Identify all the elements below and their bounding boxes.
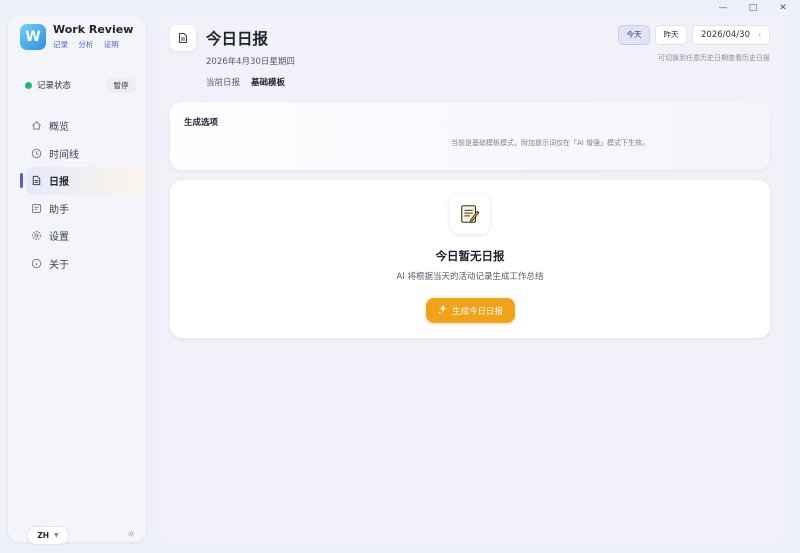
app-name: Work Review (53, 23, 134, 36)
tab-basic-template[interactable]: 基础模板 (251, 76, 285, 88)
chevron-right-icon: › (758, 31, 761, 39)
date-value: 2026/04/30 (701, 30, 750, 40)
sidebar-item-label: 概览 (49, 122, 69, 134)
language-select[interactable]: ZH ▼ (28, 527, 68, 544)
options-title: 生成选项 (184, 118, 219, 128)
generation-options-card: 生成选项 当前是基础模板模式，附加提示词仅在「AI 增强」模式下生效。 (170, 102, 770, 170)
generate-report-label: 生成今日日报 (451, 306, 503, 317)
document-icon (31, 175, 42, 186)
sidebar-item-daily-report[interactable]: 日报 (20, 167, 144, 195)
document-icon (170, 25, 196, 51)
minimize-button[interactable]: — (716, 0, 730, 16)
main-panel: 今日日报 2026年4月30日星期四 当前日报 基础模板 今天 昨天 2026/… (155, 16, 790, 542)
yesterday-button[interactable]: 昨天 (655, 25, 687, 45)
pause-button[interactable]: 暂停 (106, 78, 136, 93)
recording-status: 记录状态 (25, 79, 71, 91)
gear-icon (31, 230, 42, 241)
date-picker[interactable]: 2026/04/30 › (692, 25, 770, 45)
info-icon (31, 258, 42, 269)
options-description: 当前是基础模板模式，附加提示词仅在「AI 增强」模式下生效。 (450, 139, 650, 147)
today-button[interactable]: 今天 (618, 25, 650, 45)
clock-icon (31, 148, 42, 159)
sun-icon[interactable]: ☼ (127, 530, 135, 540)
window-controls: — □ ✕ (680, 0, 800, 16)
home-icon (31, 120, 42, 131)
empty-report-card: 今日暂无日报 AI 将根据当天的活动记录生成工作总结 生成今日日报 (170, 180, 770, 338)
empty-title: 今日暂无日报 (435, 249, 505, 263)
app-logo: W (20, 24, 46, 50)
sidebar-item-label: 设置 (49, 232, 69, 244)
sidebar-nav: 概览 时间线 日报 助手 设置 关于 (20, 112, 146, 278)
language-value: ZH (37, 531, 50, 540)
sidebar-item-about[interactable]: 关于 (26, 250, 146, 278)
sidebar-item-assistant[interactable]: 助手 (26, 195, 146, 223)
empty-description: AI 将根据当天的活动记录生成工作总结 (396, 272, 544, 282)
separator-dot: · (97, 39, 100, 48)
notepad-icon (450, 194, 490, 234)
date-hint: 可切换到任意历史日期查看历史日报 (658, 54, 770, 62)
maximize-button[interactable]: □ (746, 0, 760, 16)
sidebar: W Work Review 记录 · 分析 · 证明 记录状态 暂停 概览 时间… (8, 16, 146, 544)
recording-status-label: 记录状态 (37, 81, 72, 91)
app-subtitle-prove: 证明 (103, 40, 119, 49)
sparkle-icon (438, 304, 448, 317)
app-subtitle-record: 记录 (53, 40, 68, 49)
tab-current-report[interactable]: 当前日报 (206, 76, 240, 88)
app-subtitle-analyze: 分析 (78, 40, 94, 49)
sidebar-item-label: 助手 (49, 204, 69, 216)
generate-report-button[interactable]: 生成今日日报 (426, 298, 515, 323)
sidebar-item-overview[interactable]: 概览 (26, 112, 146, 140)
sidebar-item-label: 日报 (49, 177, 69, 189)
sidebar-item-timeline[interactable]: 时间线 (26, 140, 146, 168)
sidebar-item-settings[interactable]: 设置 (26, 222, 146, 250)
report-tabs: 当前日报 基础模板 (206, 76, 285, 88)
separator-dot: · (72, 39, 75, 48)
app-subtitle: 记录 · 分析 · 证明 (53, 39, 119, 50)
close-button[interactable]: ✕ (776, 0, 790, 16)
chat-icon (31, 203, 42, 214)
sidebar-item-label: 关于 (49, 259, 69, 271)
chevron-down-icon: ▼ (54, 532, 59, 539)
page-date: 2026年4月30日星期四 (206, 57, 295, 67)
page-title: 今日日报 (206, 30, 269, 48)
sidebar-item-label: 时间线 (49, 149, 79, 161)
status-dot-icon (25, 81, 32, 89)
